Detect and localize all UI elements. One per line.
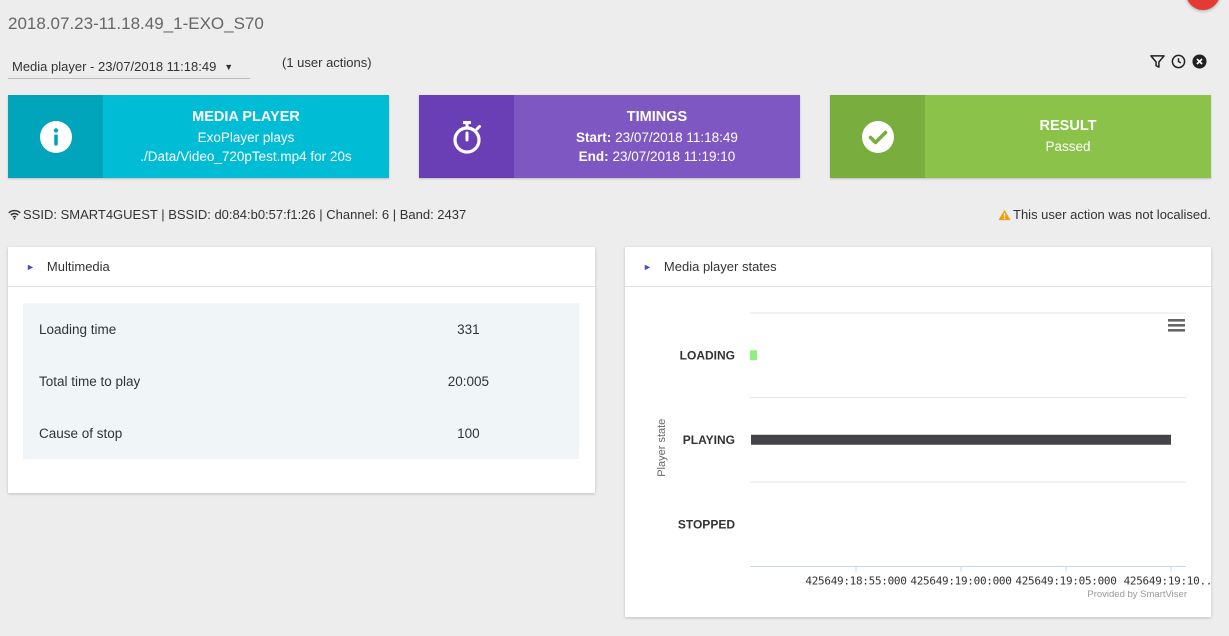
media-player-card: MEDIA PLAYER ExoPlayer plays ./Data/Vide… <box>8 95 389 178</box>
row-label: Loading time <box>39 321 117 337</box>
y-axis-label: Player state <box>656 419 668 477</box>
multimedia-panel: ► Multimedia Loading time 331 Total time… <box>8 247 595 493</box>
row-value: 331 <box>457 321 480 337</box>
row-label: Total time to play <box>39 373 141 389</box>
stopwatch-icon-box <box>419 95 514 178</box>
states-panel-title: Media player states <box>663 259 777 274</box>
start-value: 23/07/2018 11:18:49 <box>615 129 738 145</box>
y-tick-label: STOPPED <box>678 517 735 531</box>
expand-triangle-icon: ► <box>26 261 35 272</box>
result-card-title: RESULT <box>1039 118 1097 134</box>
warning-icon <box>998 209 1011 220</box>
network-text: SSID: SMART4GUEST | BSSID: d0:84:b0:57:f… <box>23 207 467 222</box>
toolbar <box>1150 54 1207 69</box>
table-row: Total time to play 20:005 <box>23 355 579 407</box>
states-panel-header[interactable]: ► Media player states <box>625 247 1211 287</box>
check-icon-box <box>830 95 925 178</box>
filter-icon[interactable] <box>1150 54 1165 69</box>
expand-triangle-icon: ► <box>643 261 652 272</box>
row-label: Cause of stop <box>39 425 123 441</box>
row-value: 20:005 <box>447 373 490 389</box>
player-states-chart: LOADING PLAYING STOPPED Player state 425649:… <box>656 312 1211 600</box>
close-circle-icon[interactable] <box>1192 54 1207 69</box>
info-icon <box>39 120 72 153</box>
table-row: Loading time 331 <box>23 303 579 355</box>
multimedia-panel-header[interactable]: ► Multimedia <box>8 247 595 287</box>
x-tick-label: 425649:18:55:000 <box>805 575 906 588</box>
multimedia-table: Loading time 331 Total time to play 20:0… <box>23 303 579 459</box>
media-player-states-panel: ► Media player states LOADING PLAYING STOP… <box>625 247 1211 617</box>
x-tick-label: 425649:19:10... <box>1124 575 1211 588</box>
end-value: 23/07/2018 11:19:10 <box>612 148 736 164</box>
media-card-line1: ExoPlayer plays <box>197 129 295 145</box>
clock-icon[interactable] <box>1171 54 1186 69</box>
info-icon-box <box>8 95 103 178</box>
menu-icon[interactable] <box>1168 329 1185 332</box>
result-value: Passed <box>1045 139 1091 154</box>
media-card-title: MEDIA PLAYER <box>192 108 300 125</box>
menu-icon[interactable] <box>1168 324 1185 327</box>
state-bar-loading <box>750 350 757 361</box>
media-player-select-value: Media player - 23/07/2018 11:18:49 <box>12 59 217 74</box>
y-tick-label: PLAYING <box>683 433 735 447</box>
timings-card-title: TIMINGS <box>626 108 688 125</box>
stopwatch-icon <box>452 120 481 154</box>
timings-card: TIMINGS Start: 23/07/2018 11:18:49 End: … <box>419 95 800 178</box>
start-label: Start: <box>576 129 612 145</box>
fab-button[interactable] <box>1186 0 1220 10</box>
state-bar-playing <box>751 434 1171 445</box>
media-player-select[interactable]: Media player - 23/07/2018 11:18:49 ▼ <box>8 55 250 79</box>
row-value: 100 <box>457 425 480 441</box>
multimedia-panel-title: Multimedia <box>46 259 110 274</box>
menu-icon[interactable] <box>1168 319 1185 322</box>
y-tick-label: LOADING <box>680 348 735 362</box>
page-title: 2018.07.23-11.18.49_1-EXO_S70 <box>8 14 264 33</box>
x-tick-label: 425649:19:00:000 <box>910 575 1011 588</box>
wifi-icon <box>8 209 21 220</box>
result-card: RESULT Passed <box>830 95 1211 178</box>
user-actions-count: (1 user actions) <box>282 55 372 70</box>
check-circle-icon <box>861 120 894 153</box>
caret-down-icon: ▼ <box>224 61 234 72</box>
media-card-line2: ./Data/Video_720pTest.mp4 for 20s <box>140 148 352 164</box>
end-label: End: <box>578 148 609 164</box>
table-row: Cause of stop 100 <box>23 407 579 459</box>
chart-credit: Provided by SmartViser <box>1087 589 1187 600</box>
localisation-warning: This user action was not localised. <box>998 207 1211 222</box>
warning-text: This user action was not localised. <box>1013 207 1211 222</box>
x-tick-label: 425649:19:05:000 <box>1015 575 1116 588</box>
network-info: SSID: SMART4GUEST | BSSID: d0:84:b0:57:f… <box>8 207 466 222</box>
